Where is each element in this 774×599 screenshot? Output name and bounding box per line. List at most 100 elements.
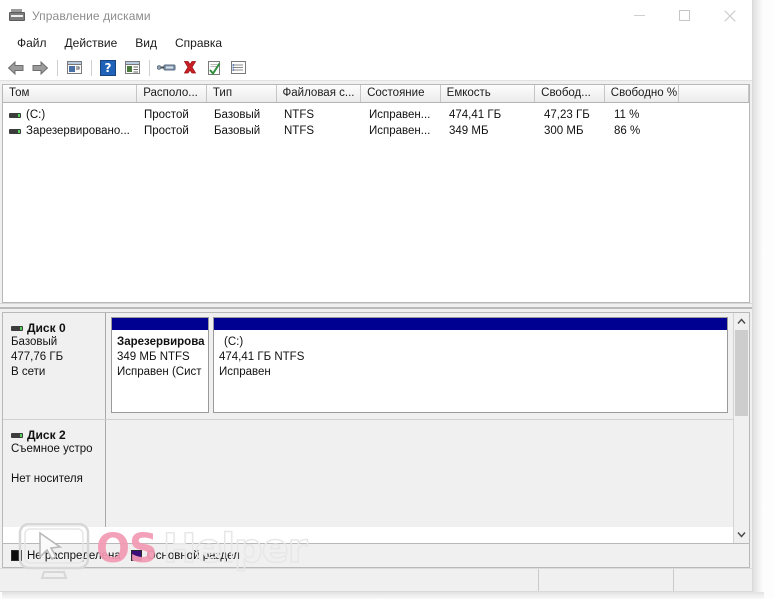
window-title: Управление дисками bbox=[32, 8, 151, 23]
show-hide-console-tree-icon[interactable] bbox=[121, 57, 143, 79]
graphical-view-scrollbar[interactable] bbox=[733, 313, 749, 543]
cell-free-pct: 11 % bbox=[614, 109, 640, 121]
disk-size: 477,76 ГБ bbox=[11, 351, 64, 363]
graphical-view-pane[interactable]: Диск 0 Базовый 477,76 ГБ В сети Зарезерв… bbox=[2, 312, 750, 544]
cell-free: 300 МБ bbox=[544, 125, 584, 137]
legend-primary-partition: Основной раздел bbox=[130, 549, 240, 562]
column-header-filesystem[interactable]: Файловая с... bbox=[276, 85, 362, 102]
column-header-free-pct[interactable]: Свободно % bbox=[604, 85, 680, 102]
minimize-icon[interactable] bbox=[617, 0, 662, 31]
chevron-up-icon[interactable] bbox=[734, 313, 749, 330]
partition-name: (C:) bbox=[224, 336, 244, 348]
table-row[interactable]: (C:) Простой Базовый NTFS Исправен... 47… bbox=[3, 107, 749, 123]
list-view-icon[interactable] bbox=[227, 57, 249, 79]
cell-filesystem: NTFS bbox=[284, 125, 315, 137]
partition-block[interactable]: (C:) 474,41 ГБ NTFS Исправен bbox=[213, 317, 728, 413]
toolbar-separator bbox=[57, 59, 58, 76]
menu-file[interactable]: Файл bbox=[8, 33, 56, 54]
cell-volume-label: Зарезервировано... bbox=[26, 125, 130, 137]
disk-header[interactable]: Диск 0 Базовый 477,76 ГБ В сети bbox=[3, 313, 106, 419]
column-header-type[interactable]: Тип bbox=[206, 85, 277, 102]
disk-icon bbox=[11, 430, 23, 441]
close-icon[interactable] bbox=[707, 0, 752, 31]
status-bar-left bbox=[0, 569, 539, 591]
partition-block[interactable]: Зарезервирова 349 МБ NTFS Исправен (Сист bbox=[111, 317, 209, 413]
partition-size: 349 МБ NTFS bbox=[117, 351, 190, 363]
column-header-free[interactable]: Свобод... bbox=[535, 85, 605, 102]
pane-splitter[interactable] bbox=[0, 303, 752, 312]
toolbar: ? bbox=[0, 55, 752, 81]
column-header-volume[interactable]: Том bbox=[3, 85, 138, 102]
graphical-view-content: Диск 0 Базовый 477,76 ГБ В сети Зарезерв… bbox=[3, 313, 733, 543]
cell-volume: Зарезервировано... bbox=[3, 125, 138, 137]
menu-action[interactable]: Действие bbox=[56, 33, 127, 54]
disk-row[interactable]: Диск 0 Базовый 477,76 ГБ В сети Зарезерв… bbox=[3, 313, 733, 420]
volume-list-header: Том Располо... Тип Файловая с... Состоян… bbox=[3, 85, 749, 103]
cell-capacity: 349 МБ bbox=[449, 125, 489, 137]
maximize-icon[interactable] bbox=[662, 0, 707, 31]
cell-free-pct: 86 % bbox=[614, 125, 641, 137]
drive-icon bbox=[9, 126, 21, 137]
partition-name: Зарезервирова bbox=[117, 336, 205, 348]
screenshot-root: Управление дисками Файл Действие Вид Спр… bbox=[0, 0, 774, 599]
disk-type: Базовый bbox=[11, 336, 58, 348]
partition-status: Исправен bbox=[219, 366, 271, 378]
svg-text:?: ? bbox=[105, 61, 112, 75]
drive-icon bbox=[9, 110, 21, 121]
partition-size: 474,41 ГБ NTFS bbox=[219, 351, 305, 363]
toolbar-separator bbox=[91, 59, 92, 76]
status-bar bbox=[0, 568, 752, 591]
legend-label: Основной раздел bbox=[146, 549, 240, 562]
disk-meta: Базовый 477,76 ГБ В сети bbox=[11, 335, 99, 380]
partition-strip: Зарезервирова 349 МБ NTFS Исправен (Сист… bbox=[106, 313, 733, 419]
properties-icon[interactable] bbox=[155, 57, 177, 79]
disk-name: Диск 2 bbox=[27, 428, 66, 442]
disk-name: Диск 0 bbox=[27, 321, 66, 335]
partition-band bbox=[214, 318, 727, 330]
cell-capacity: 474,41 ГБ bbox=[449, 109, 502, 121]
scrollbar-thumb[interactable] bbox=[735, 330, 748, 416]
disk-row[interactable]: Диск 2 Съемное устро Нет носителя bbox=[3, 420, 733, 527]
rescan-disks-icon[interactable] bbox=[203, 57, 225, 79]
cell-type: Базовый bbox=[214, 109, 261, 121]
menu-view[interactable]: Вид bbox=[126, 33, 166, 54]
cell-status: Исправен... bbox=[369, 109, 431, 121]
delete-icon[interactable] bbox=[179, 57, 201, 79]
column-header-status[interactable]: Состояние bbox=[361, 85, 441, 102]
column-header-blank[interactable] bbox=[679, 85, 749, 102]
disk-management-window: Управление дисками Файл Действие Вид Спр… bbox=[0, 0, 753, 592]
title-bar[interactable]: Управление дисками bbox=[0, 0, 752, 31]
disk-title: Диск 2 bbox=[11, 428, 99, 442]
disk-meta: Съемное устро Нет носителя bbox=[11, 442, 99, 487]
legend-bar: Не распределена Основной раздел bbox=[2, 544, 750, 568]
disk-type: Съемное устро bbox=[11, 443, 93, 455]
disk-icon bbox=[11, 323, 23, 334]
table-row[interactable]: Зарезервировано... Простой Базовый NTFS … bbox=[3, 123, 749, 139]
no-media-area[interactable] bbox=[106, 420, 733, 527]
scrollbar-track[interactable] bbox=[734, 330, 749, 526]
forward-arrow-icon[interactable] bbox=[29, 57, 51, 79]
cell-filesystem: NTFS bbox=[284, 109, 315, 121]
disk-management-icon bbox=[9, 8, 25, 24]
back-arrow-icon[interactable] bbox=[5, 57, 27, 79]
legend-swatch bbox=[130, 550, 142, 561]
cell-volume: (C:) bbox=[3, 109, 138, 121]
column-header-capacity[interactable]: Емкость bbox=[440, 85, 536, 102]
chevron-down-icon[interactable] bbox=[734, 526, 749, 543]
partition-band bbox=[112, 318, 208, 330]
status-bar-right bbox=[674, 569, 752, 591]
window-shadow-right bbox=[753, 0, 763, 592]
up-one-level-icon[interactable] bbox=[63, 57, 85, 79]
cell-type: Базовый bbox=[214, 125, 261, 137]
disk-size bbox=[11, 457, 99, 472]
disk-status: Нет носителя bbox=[11, 473, 83, 485]
help-icon[interactable]: ? bbox=[97, 57, 119, 79]
cell-volume-label: (C:) bbox=[26, 109, 46, 121]
status-bar-middle bbox=[539, 569, 674, 591]
volume-list-pane[interactable]: Том Располо... Тип Файловая с... Состоян… bbox=[2, 84, 750, 303]
column-header-layout[interactable]: Располо... bbox=[137, 85, 207, 102]
toolbar-separator bbox=[149, 59, 150, 76]
menu-help[interactable]: Справка bbox=[166, 33, 231, 54]
disk-header[interactable]: Диск 2 Съемное устро Нет носителя bbox=[3, 420, 106, 527]
cell-status: Исправен... bbox=[369, 125, 431, 137]
